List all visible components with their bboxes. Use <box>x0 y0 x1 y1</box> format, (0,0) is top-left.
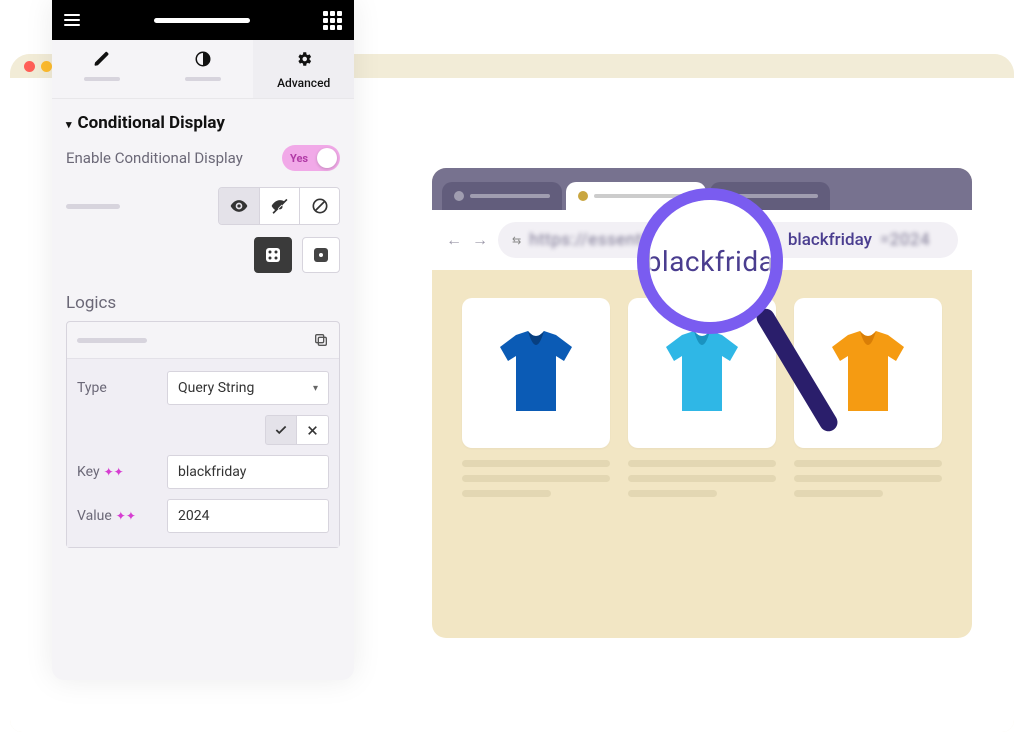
magnifier-lens: blackfrida <box>637 188 783 334</box>
back-button[interactable]: ← <box>446 230 462 250</box>
close-window-dot-icon <box>24 61 35 72</box>
value-label: Value ✦✦ <box>77 508 157 524</box>
condition-relation-row <box>66 237 340 273</box>
product-image <box>462 298 610 448</box>
tab-advanced[interactable]: Advanced <box>253 40 354 98</box>
hamburger-menu-icon[interactable] <box>64 14 80 26</box>
option-label-placeholder <box>66 204 120 209</box>
visibility-mode-group <box>218 187 340 225</box>
relation-or-button[interactable] <box>302 237 340 273</box>
section-conditional-display[interactable]: ▾ Conditional Display <box>66 113 340 133</box>
minimize-window-dot-icon <box>41 61 52 72</box>
cancel-button[interactable] <box>297 415 329 445</box>
tab-favicon-icon <box>578 191 588 201</box>
key-value: blackfriday <box>178 464 246 480</box>
square-dot-icon <box>313 247 329 263</box>
value-input[interactable]: 2024 <box>167 499 329 533</box>
sparkle-icon: ✦✦ <box>116 509 136 523</box>
duplicate-icon[interactable] <box>313 332 329 348</box>
tab-advanced-label: Advanced <box>257 76 350 90</box>
product-card[interactable] <box>462 298 610 497</box>
eye-icon <box>229 196 249 216</box>
tshirt-icon <box>652 323 752 423</box>
visibility-hide-button[interactable] <box>259 188 299 224</box>
forward-button[interactable]: → <box>472 230 488 250</box>
gear-icon <box>295 50 313 68</box>
url-highlight: blackfriday <box>788 230 872 250</box>
tshirt-icon <box>818 323 918 423</box>
product-meta-placeholder <box>462 460 610 497</box>
tab-content[interactable] <box>52 40 153 98</box>
tshirt-icon <box>486 323 586 423</box>
section-title: Conditional Display <box>78 113 225 133</box>
logics-box: Type Query String ▾ Key <box>66 321 340 548</box>
product-meta-placeholder <box>628 460 776 497</box>
site-info-icon: ⇆ <box>512 234 521 247</box>
sparkle-icon: ✦✦ <box>104 465 124 479</box>
visibility-row <box>66 187 340 225</box>
close-icon <box>306 424 319 437</box>
tab-title-placeholder <box>470 194 550 198</box>
widget-title-placeholder <box>154 18 250 23</box>
toggle-label: Enable Conditional Display <box>66 149 243 167</box>
contrast-circle-icon <box>194 50 212 68</box>
ban-icon <box>310 196 330 216</box>
logics-item-header[interactable] <box>67 322 339 359</box>
check-icon <box>274 423 288 437</box>
tab-style[interactable] <box>153 40 254 98</box>
tab-title-placeholder <box>738 194 818 198</box>
confirm-button[interactable] <box>265 415 297 445</box>
eye-off-icon <box>270 196 290 216</box>
value-value: 2024 <box>178 508 209 524</box>
type-select-value: Query String <box>178 380 254 396</box>
panel-body: ▾ Conditional Display Enable Conditional… <box>52 99 354 680</box>
row-key: Key ✦✦ blackfriday <box>77 455 329 489</box>
tab-favicon-icon <box>454 191 464 201</box>
sidebar-topbar <box>52 0 354 40</box>
relation-and-button[interactable] <box>254 237 292 273</box>
toggle-state-text: Yes <box>290 152 308 165</box>
key-label: Key ✦✦ <box>77 464 157 480</box>
product-meta-placeholder <box>794 460 942 497</box>
preview-tab-inactive[interactable] <box>442 182 562 210</box>
chevron-down-icon: ▾ <box>313 383 318 394</box>
logics-form: Type Query String ▾ Key <box>67 359 339 547</box>
logic-title-placeholder <box>77 338 147 343</box>
sidebar-tabs: Advanced <box>52 40 354 99</box>
key-input[interactable]: blackfriday <box>167 455 329 489</box>
pencil-icon <box>93 50 111 68</box>
logics-heading: Logics <box>66 293 340 313</box>
caret-down-icon: ▾ <box>66 118 72 131</box>
dice-icon <box>265 247 281 263</box>
toggle-row: Enable Conditional Display Yes <box>66 145 340 171</box>
type-select[interactable]: Query String ▾ <box>167 371 329 405</box>
url-suffix: =2024 <box>880 230 930 250</box>
product-image <box>794 298 942 448</box>
type-label: Type <box>77 380 157 396</box>
confirm-row <box>77 415 329 445</box>
row-value: Value ✦✦ 2024 <box>77 499 329 533</box>
visibility-show-button[interactable] <box>219 188 259 224</box>
toggle-knob <box>317 148 337 168</box>
apps-grid-icon[interactable] <box>323 11 342 30</box>
visibility-none-button[interactable] <box>299 188 339 224</box>
enable-conditional-toggle[interactable]: Yes <box>282 145 340 171</box>
row-type: Type Query String ▾ <box>77 371 329 405</box>
editor-sidebar-panel: Advanced ▾ Conditional Display Enable Co… <box>52 0 354 680</box>
